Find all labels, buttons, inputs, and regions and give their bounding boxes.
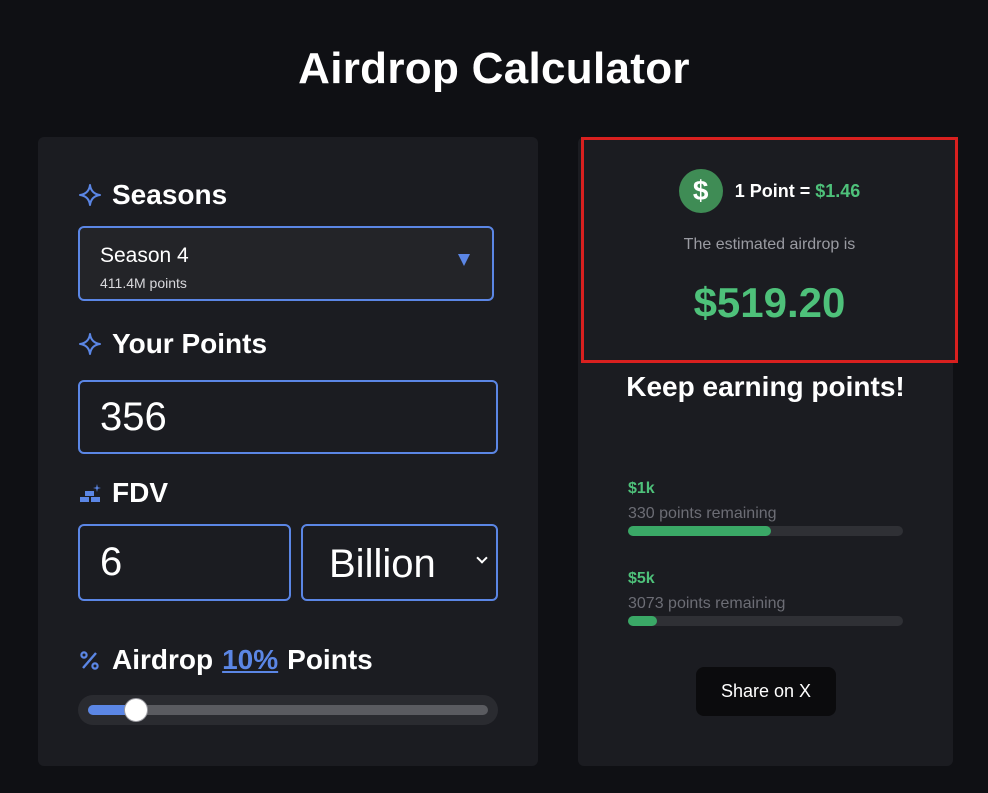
airdrop-percent-slider[interactable] bbox=[78, 695, 498, 725]
goal-amount: $5k bbox=[628, 570, 655, 587]
your-points-heading-label: Your Points bbox=[112, 328, 268, 359]
sparkle-icon bbox=[78, 183, 102, 207]
goal-progress-fill bbox=[628, 526, 771, 536]
goal-item: $1k 330 points remaining bbox=[628, 480, 903, 536]
estimate-card: $ 1 Point = $1.46 The estimated airdrop … bbox=[581, 137, 958, 363]
goal-progress-fill bbox=[628, 616, 657, 626]
fdv-unit-value: Billion bbox=[329, 542, 436, 586]
goal-item: $5k 3073 points remaining bbox=[628, 570, 903, 626]
goal-progress-bar bbox=[628, 526, 903, 536]
keep-earning-heading: Keep earning points! bbox=[626, 371, 905, 402]
seasons-heading-label: Seasons bbox=[112, 179, 228, 210]
estimate-label: The estimated airdrop is bbox=[683, 236, 856, 253]
season-points-total: 411.4M points bbox=[100, 275, 187, 291]
seasons-heading: Seasons bbox=[78, 179, 227, 211]
slider-track bbox=[88, 705, 488, 715]
chevron-down-icon bbox=[476, 552, 488, 564]
dollar-icon: $ bbox=[678, 169, 723, 213]
goal-amount: $1k bbox=[628, 480, 655, 497]
fdv-heading-label: FDV bbox=[112, 477, 168, 508]
share-on-x-button[interactable]: Share on X bbox=[696, 667, 836, 716]
season-select[interactable]: Season 4 411.4M points bbox=[78, 226, 494, 301]
percent-icon bbox=[78, 648, 102, 672]
airdrop-percent-link[interactable]: 10% bbox=[222, 644, 278, 676]
estimate-value: $519.20 bbox=[693, 279, 846, 326]
fdv-unit-select[interactable]: Billion bbox=[301, 524, 498, 601]
bricks-icon bbox=[78, 481, 102, 505]
point-rate: 1 Point = $1.46 bbox=[735, 181, 861, 202]
page-title: Airdrop Calculator bbox=[298, 44, 690, 93]
fdv-heading: FDV bbox=[78, 477, 168, 509]
airdrop-heading: Airdrop 10% Points bbox=[78, 644, 373, 676]
airdrop-calculator-page: Airdrop Calculator Seasons Season 4 411.… bbox=[0, 0, 988, 793]
goal-remaining: 3073 points remaining bbox=[628, 595, 786, 612]
point-rate-prefix: 1 Point = bbox=[734, 180, 816, 201]
your-points-heading: Your Points bbox=[78, 328, 267, 360]
slider-thumb[interactable] bbox=[124, 698, 148, 722]
points-input[interactable] bbox=[78, 380, 498, 454]
airdrop-label-prefix: Airdrop bbox=[112, 644, 214, 675]
airdrop-label-suffix: Points bbox=[287, 644, 373, 675]
season-select-value: Season 4 bbox=[100, 244, 189, 267]
goal-progress-bar bbox=[628, 616, 903, 626]
point-rate-row: $ 1 Point = $1.46 bbox=[584, 169, 955, 213]
caret-down-icon bbox=[458, 254, 470, 266]
point-rate-value: $1.46 bbox=[815, 180, 861, 201]
fdv-input[interactable] bbox=[78, 524, 291, 601]
sparkle-icon bbox=[78, 332, 102, 356]
input-panel: Seasons Season 4 411.4M points Your Poin… bbox=[38, 137, 538, 766]
goal-remaining: 330 points remaining bbox=[628, 505, 777, 522]
